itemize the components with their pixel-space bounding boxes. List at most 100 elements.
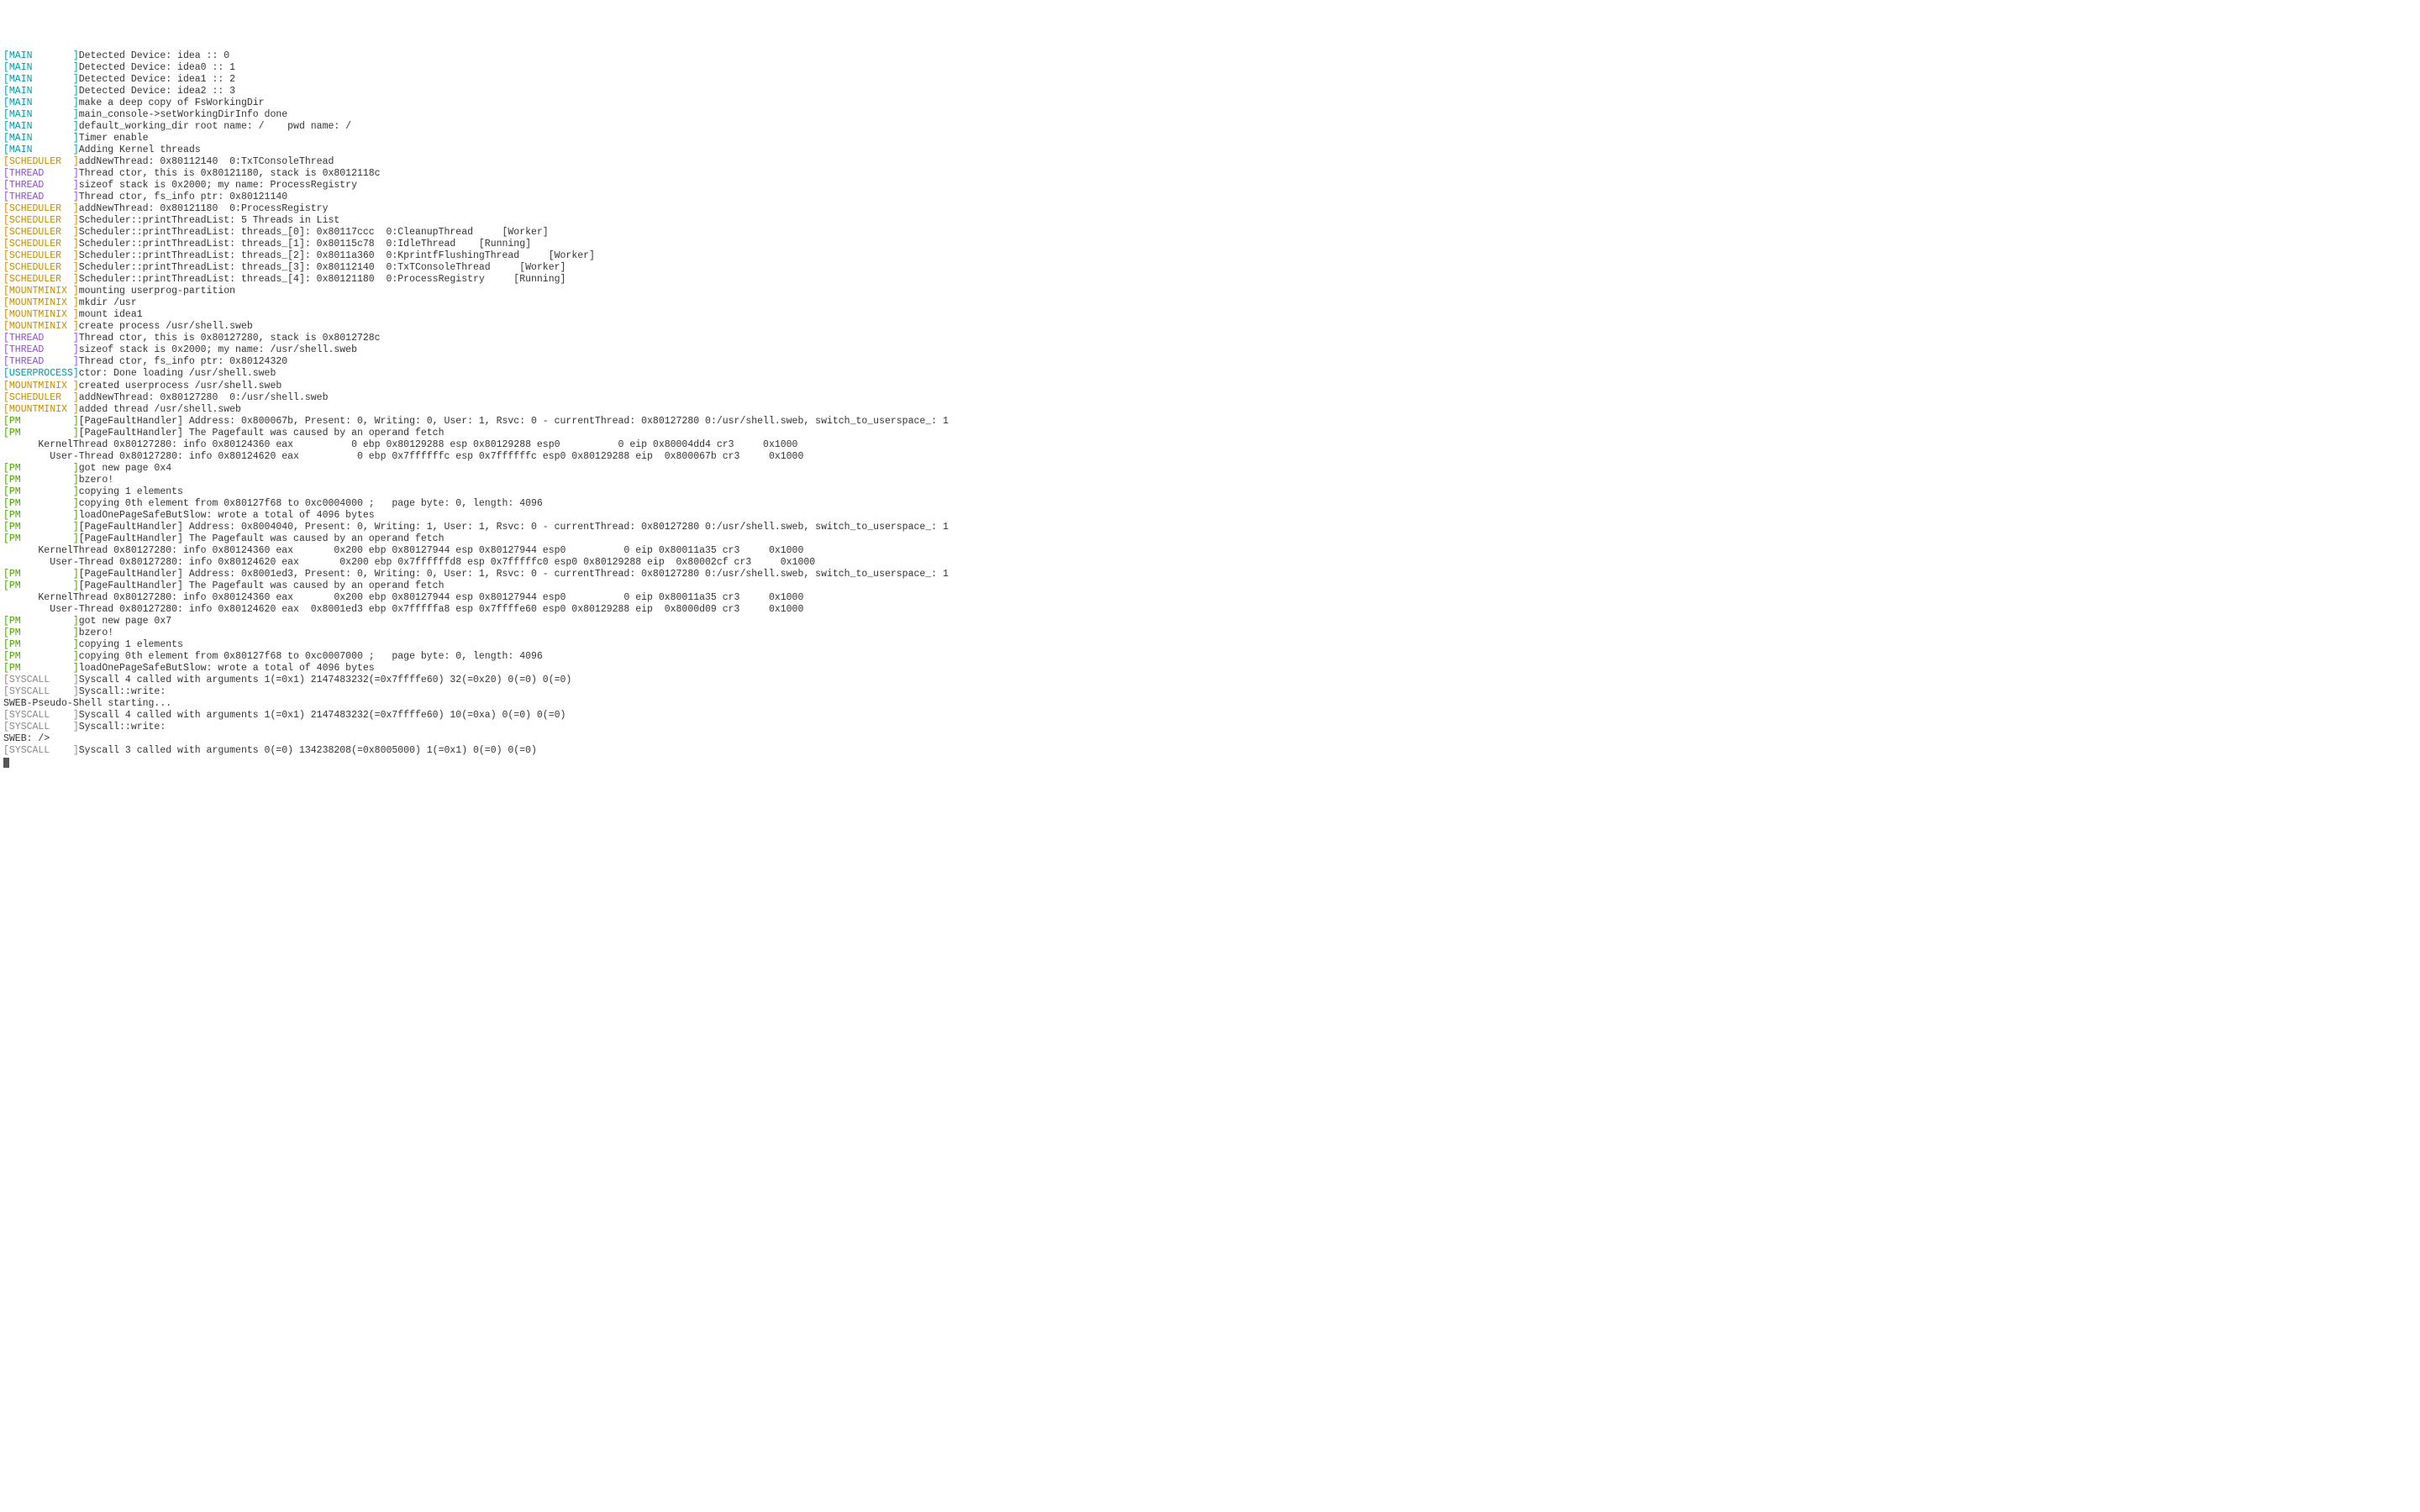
log-message: bzero!	[79, 627, 113, 638]
log-line: [MOUNTMINIX ]created userprocess /usr/sh…	[3, 381, 2417, 392]
log-message: mounting userprog-partition	[79, 286, 235, 297]
log-line: [MAIN ]Detected Device: idea1 :: 2	[3, 74, 2417, 86]
log-message: addNewThread: 0x80121180 0:ProcessRegist…	[79, 203, 329, 214]
log-message: Scheduler::printThreadList: threads_[3]:…	[79, 262, 566, 273]
log-line: [PM ]copying 1 elements	[3, 486, 2417, 498]
log-line: [THREAD ]Thread ctor, fs_info ptr: 0x801…	[3, 356, 2417, 368]
log-message: Detected Device: idea1 :: 2	[79, 74, 235, 85]
log-line: [PM ][PageFaultHandler] Address: 0x80006…	[3, 416, 2417, 428]
log-line: [USERPROCESS]ctor: Done loading /usr/she…	[3, 368, 2417, 380]
log-tag: [SCHEDULER ]	[3, 392, 79, 403]
log-tag: [THREAD ]	[3, 333, 79, 344]
log-message: Syscall 4 called with arguments 1(=0x1) …	[79, 710, 566, 721]
log-message: copying 1 elements	[79, 639, 183, 650]
log-tag: [MOUNTMINIX ]	[3, 381, 79, 391]
cursor	[3, 758, 9, 768]
log-line: [PM ]bzero!	[3, 627, 2417, 639]
log-line: [SCHEDULER ]Scheduler::printThreadList: …	[3, 227, 2417, 239]
log-tag: [MAIN ]	[3, 121, 79, 132]
log-line: [SCHEDULER ]addNewThread: 0x80127280 0:/…	[3, 392, 2417, 404]
log-message: got new page 0x4	[79, 463, 171, 474]
log-message: copying 0th element from 0x80127f68 to 0…	[79, 498, 543, 509]
log-line: [MOUNTMINIX ]mkdir /usr	[3, 297, 2417, 309]
log-tag: [MOUNTMINIX ]	[3, 286, 79, 297]
log-tag: [THREAD ]	[3, 344, 79, 355]
log-line: [SCHEDULER ]addNewThread: 0x80112140 0:T…	[3, 156, 2417, 168]
log-message: [PageFaultHandler] Address: 0x800067b, P…	[79, 416, 949, 427]
log-tag: [PM ]	[3, 486, 79, 497]
log-tag: [PM ]	[3, 475, 79, 486]
terminal-output: [MAIN ]Detected Device: idea :: 0[MAIN ]…	[3, 50, 2417, 769]
log-line: [MAIN ]make a deep copy of FsWorkingDir	[3, 97, 2417, 109]
log-tag: [PM ]	[3, 569, 79, 580]
log-message: Scheduler::printThreadList: threads_[2]:…	[79, 250, 595, 261]
log-message: Scheduler::printThreadList: threads_[1]:…	[79, 239, 531, 249]
log-message: [PageFaultHandler] The Pagefault was cau…	[79, 580, 445, 591]
log-line: [MAIN ]Detected Device: idea0 :: 1	[3, 62, 2417, 74]
log-line: [SCHEDULER ]Scheduler::printThreadList: …	[3, 262, 2417, 274]
log-message: sizeof stack is 0x2000; my name: Process…	[79, 180, 357, 191]
log-message: bzero!	[79, 475, 113, 486]
log-message: copying 1 elements	[79, 486, 183, 497]
log-tag: [MAIN ]	[3, 144, 79, 155]
log-tag: [MAIN ]	[3, 50, 79, 61]
log-message: main_console->setWorkingDirInfo done	[79, 109, 287, 120]
log-tag: [PM ]	[3, 428, 79, 438]
log-line: [PM ][PageFaultHandler] Address: 0x8001e…	[3, 569, 2417, 580]
log-tag: [PM ]	[3, 498, 79, 509]
log-tag: [SCHEDULER ]	[3, 203, 79, 214]
log-tag: [THREAD ]	[3, 180, 79, 191]
log-tag: [SCHEDULER ]	[3, 274, 79, 285]
log-line: KernelThread 0x80127280: info 0x80124360…	[3, 439, 2417, 451]
log-tag: [SYSCALL ]	[3, 710, 79, 721]
log-tag: [MAIN ]	[3, 97, 79, 108]
log-line: [MOUNTMINIX ]added thread /usr/shell.swe…	[3, 404, 2417, 416]
log-line: [SYSCALL ]Syscall 4 called with argument…	[3, 675, 2417, 686]
log-message: Scheduler::printThreadList: threads_[4]:…	[79, 274, 566, 285]
log-line: [THREAD ]Thread ctor, this is 0x80121180…	[3, 168, 2417, 180]
log-line: [SCHEDULER ]Scheduler::printThreadList: …	[3, 274, 2417, 286]
log-line: [SYSCALL ]Syscall 3 called with argument…	[3, 745, 2417, 757]
log-tag: [THREAD ]	[3, 168, 79, 179]
log-message: Detected Device: idea :: 0	[79, 50, 229, 61]
log-message: Timer enable	[79, 133, 149, 144]
log-line: [MOUNTMINIX ]mounting userprog-partition	[3, 286, 2417, 297]
log-line: [SCHEDULER ]addNewThread: 0x80121180 0:P…	[3, 203, 2417, 215]
log-line: [PM ][PageFaultHandler] The Pagefault wa…	[3, 533, 2417, 545]
log-line: [PM ][PageFaultHandler] Address: 0x80040…	[3, 522, 2417, 533]
log-tag: [THREAD ]	[3, 356, 79, 367]
log-tag: [MAIN ]	[3, 74, 79, 85]
log-line: User-Thread 0x80127280: info 0x80124620 …	[3, 604, 2417, 616]
log-message: mount idea1	[79, 309, 143, 320]
log-message: added thread /usr/shell.sweb	[79, 404, 241, 415]
log-tag: [PM ]	[3, 416, 79, 427]
log-tag: [SCHEDULER ]	[3, 215, 79, 226]
log-tag: [SCHEDULER ]	[3, 250, 79, 261]
log-line: [MAIN ]Adding Kernel threads	[3, 144, 2417, 156]
log-tag: [PM ]	[3, 616, 79, 627]
log-tag: [PM ]	[3, 651, 79, 662]
log-message: loadOnePageSafeButSlow: wrote a total of…	[79, 663, 375, 674]
log-line: [THREAD ]Thread ctor, this is 0x80127280…	[3, 333, 2417, 344]
log-tag: [MOUNTMINIX ]	[3, 404, 79, 415]
log-line: [MOUNTMINIX ]create process /usr/shell.s…	[3, 321, 2417, 333]
log-message: sizeof stack is 0x2000; my name: /usr/sh…	[79, 344, 357, 355]
log-line: [THREAD ]sizeof stack is 0x2000; my name…	[3, 344, 2417, 356]
log-tag: [SYSCALL ]	[3, 722, 79, 732]
log-tag: [SCHEDULER ]	[3, 156, 79, 167]
log-message: Scheduler::printThreadList: threads_[0]:…	[79, 227, 549, 238]
log-message: default_working_dir root name: / pwd nam…	[79, 121, 351, 132]
log-message: Syscall 3 called with arguments 0(=0) 13…	[79, 745, 537, 756]
log-line: [PM ]bzero!	[3, 475, 2417, 486]
log-line: User-Thread 0x80127280: info 0x80124620 …	[3, 451, 2417, 463]
log-tag: [USERPROCESS]	[3, 368, 79, 379]
log-message: [PageFaultHandler] The Pagefault was cau…	[79, 533, 445, 544]
log-message: Thread ctor, fs_info ptr: 0x80124320	[79, 356, 287, 367]
log-tag: [MOUNTMINIX ]	[3, 309, 79, 320]
log-message: [PageFaultHandler] The Pagefault was cau…	[79, 428, 445, 438]
log-line: SWEB-Pseudo-Shell starting...	[3, 698, 2417, 710]
log-message: got new page 0x7	[79, 616, 171, 627]
log-message: copying 0th element from 0x80127f68 to 0…	[79, 651, 543, 662]
log-line: [SCHEDULER ]Scheduler::printThreadList: …	[3, 239, 2417, 250]
log-tag: [MOUNTMINIX ]	[3, 297, 79, 308]
